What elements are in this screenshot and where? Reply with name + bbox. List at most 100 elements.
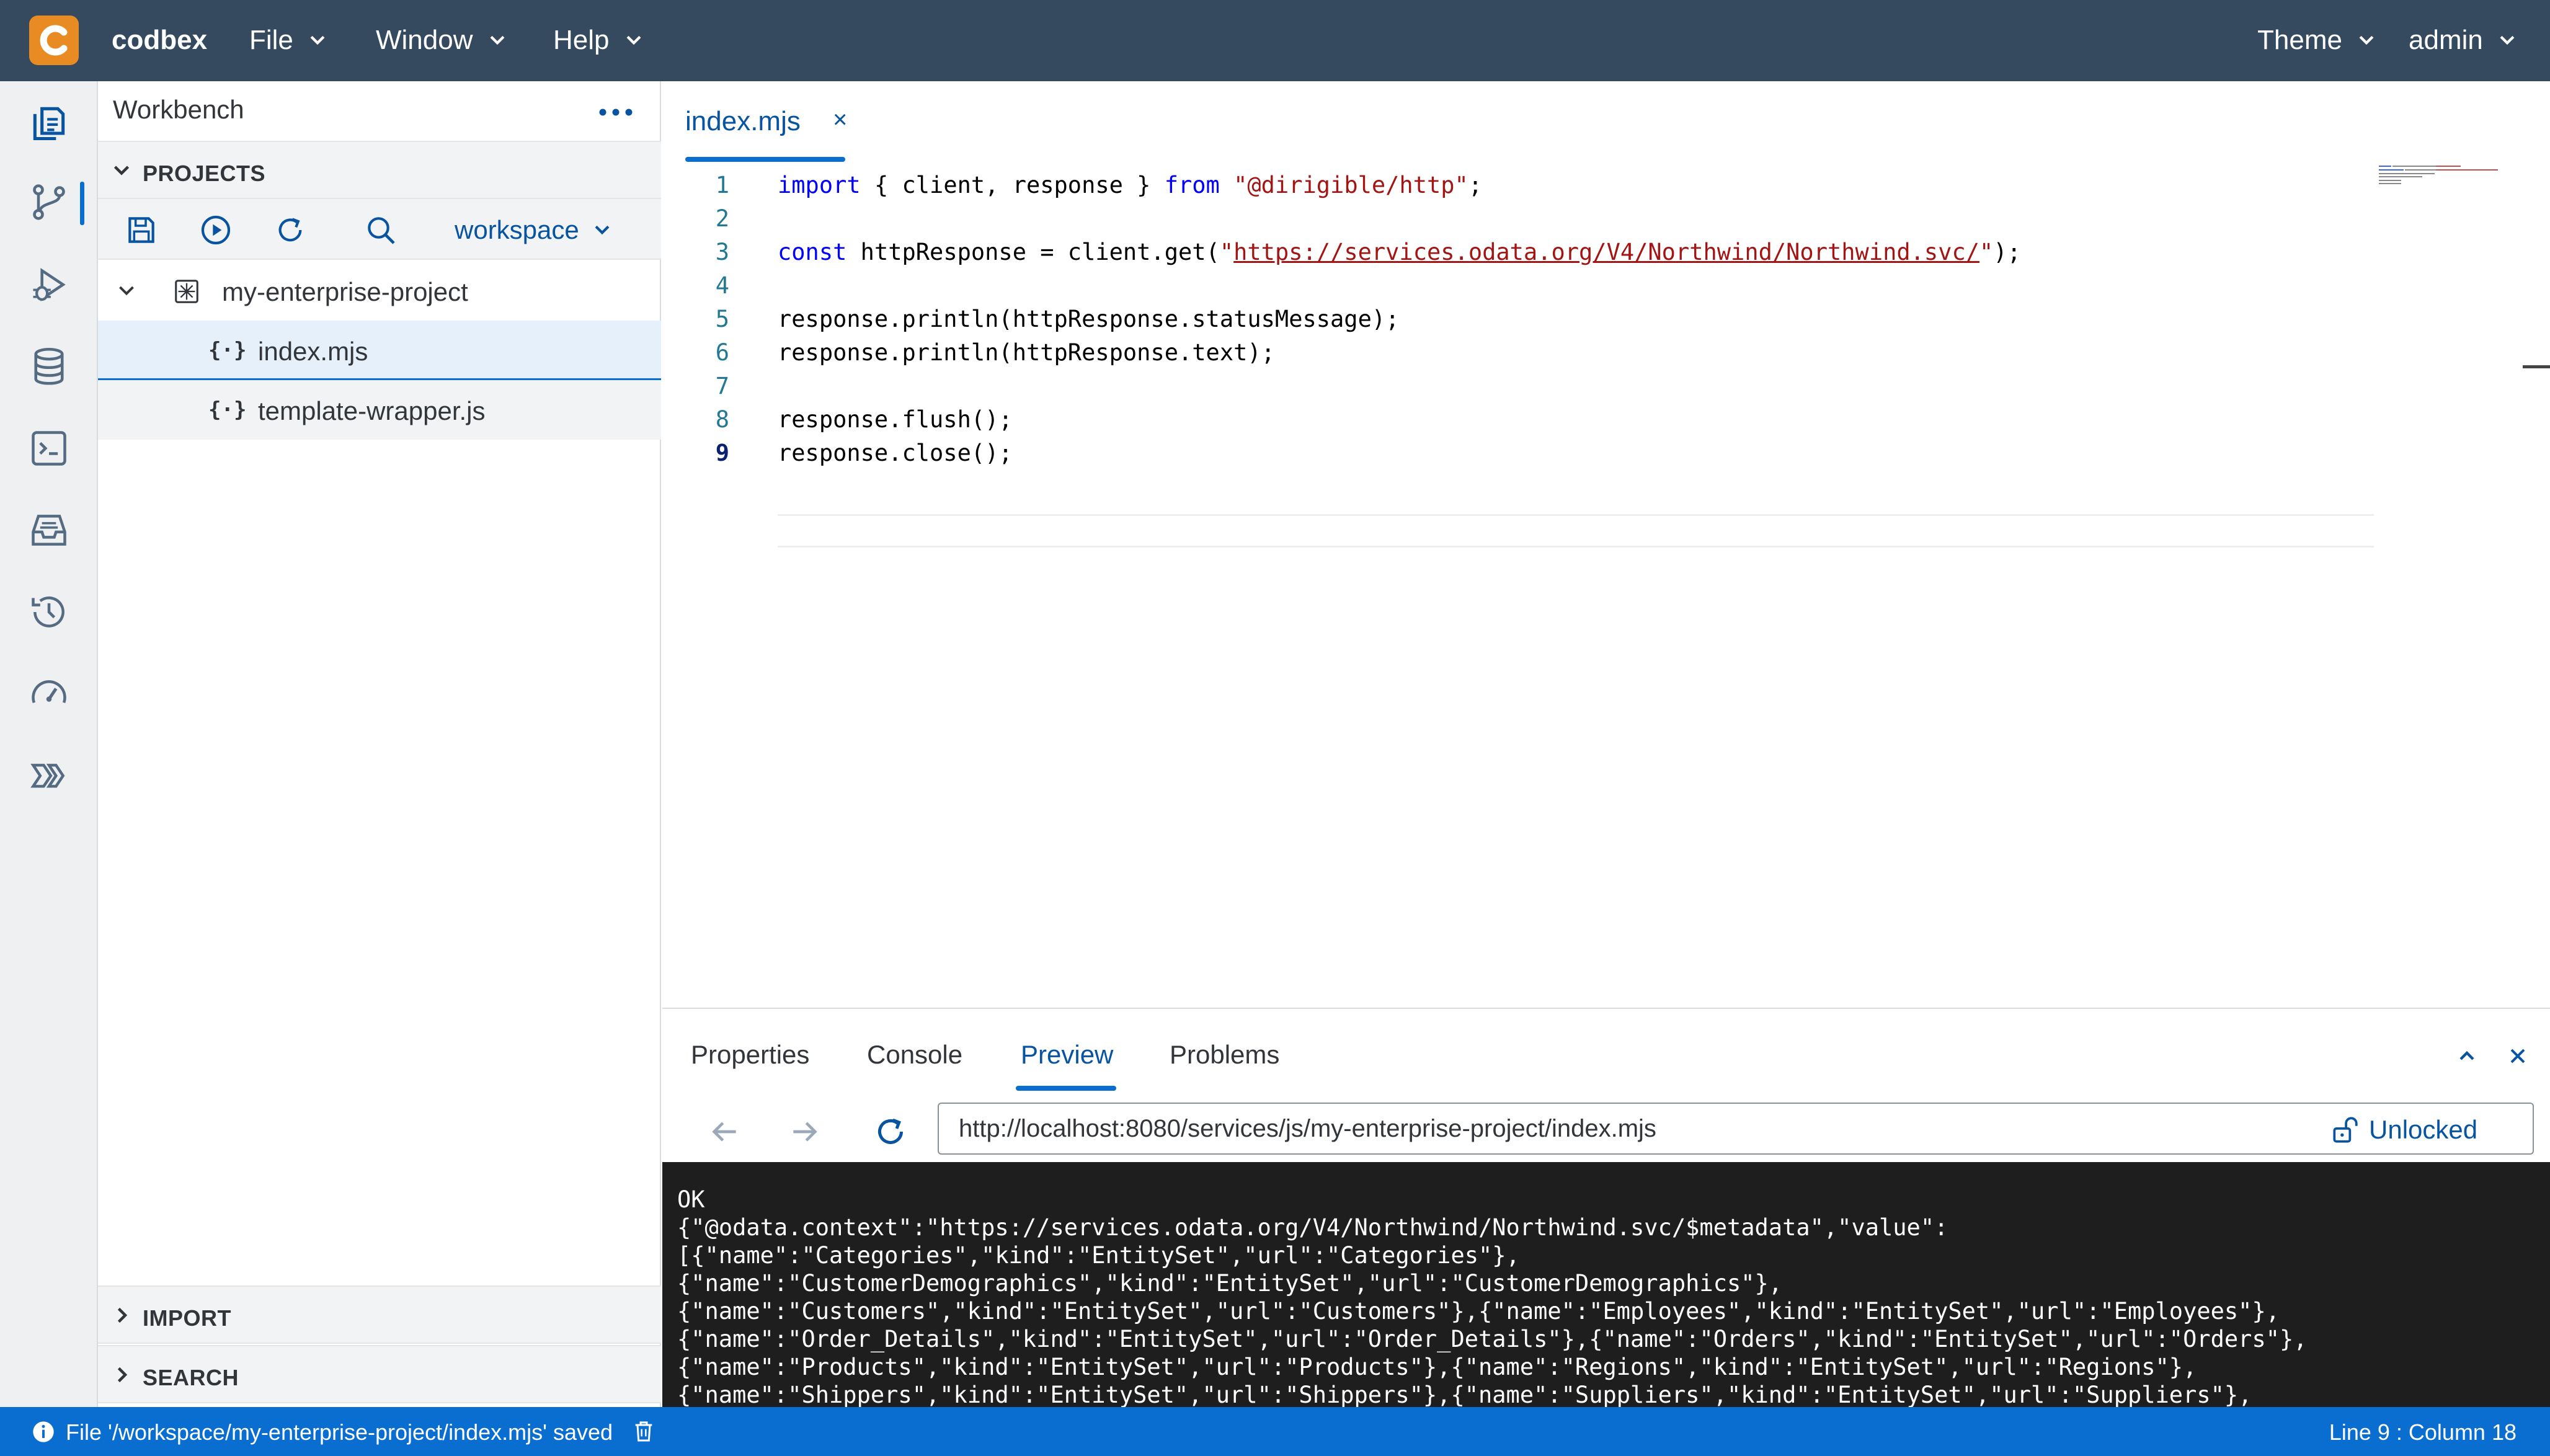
search-icon[interactable] — [363, 213, 398, 247]
arrow-left-icon[interactable] — [707, 1114, 742, 1149]
code-text: response.close(); — [778, 440, 1013, 466]
tab-console[interactable]: Console — [867, 1040, 962, 1070]
trash-icon[interactable] — [631, 1418, 656, 1444]
projects-section-header[interactable]: PROJECTS — [98, 141, 661, 199]
history-icon[interactable] — [28, 591, 70, 633]
debug-icon[interactable] — [28, 264, 70, 306]
code-line[interactable]: 6 response.println(httpResponse.text); — [662, 339, 2374, 373]
search-section-header[interactable]: SEARCH — [98, 1345, 661, 1403]
git-icon[interactable] — [28, 181, 70, 223]
preview-line: {"name":"CustomerDemographics","kind":"E… — [677, 1270, 1783, 1297]
chevron-down-icon — [2359, 35, 2374, 45]
line-number: 3 — [715, 239, 729, 265]
active-indicator — [80, 182, 84, 225]
code-line[interactable]: 8 response.flush(); — [662, 406, 2374, 440]
code-token: const — [778, 239, 847, 265]
code-token: { client, response } — [874, 172, 1165, 198]
codbex-logo[interactable] — [29, 16, 79, 65]
unlocked-toggle[interactable]: Unlocked — [2369, 1115, 2477, 1145]
arrow-right-icon[interactable] — [788, 1114, 822, 1149]
code-line[interactable]: 5 response.println(httpResponse.statusMes… — [662, 306, 2374, 339]
code-editor: index.mjs × 1 import { client, response }… — [662, 81, 2550, 1008]
status-bar: File '/workspace/my-enterprise-project/i… — [0, 1407, 2550, 1456]
activity-bar — [0, 81, 98, 1407]
minimap[interactable] — [2374, 163, 2517, 188]
save-icon[interactable] — [124, 213, 159, 247]
code-token: response.close(); — [778, 440, 1013, 466]
code-token: "@dirigible/http" — [1233, 172, 1468, 198]
code-line[interactable]: 9 response.close(); — [662, 440, 2374, 473]
preview-line: {"name":"Shippers","kind":"EntitySet","u… — [677, 1382, 2252, 1408]
tree-item-file[interactable]: {·} template-wrapper.js — [98, 380, 661, 440]
tab-problems[interactable]: Problems — [1170, 1040, 1279, 1070]
code-line[interactable]: 1 import { client, response } from "@diri… — [662, 172, 2374, 205]
menu-file[interactable]: File — [249, 25, 328, 56]
theme-menu[interactable]: Theme — [2257, 25, 2377, 56]
workbench-panel: Workbench PROJECTS workspace my-enterpri… — [98, 81, 661, 1407]
preview-line: {"@odata.context":"https://services.odat… — [677, 1214, 1948, 1241]
workbench-icon[interactable] — [28, 102, 70, 144]
tab-index-mjs[interactable]: index.mjs × — [685, 106, 847, 156]
code-line[interactable]: 4 — [662, 272, 2374, 306]
inbox-icon[interactable] — [28, 509, 70, 551]
preview-line: {"name":"Order_Details","kind":"EntitySe… — [677, 1326, 2308, 1352]
chevron-down-icon — [310, 35, 325, 45]
line-number: 7 — [715, 373, 729, 399]
close-icon[interactable]: × — [833, 106, 847, 134]
chevron-down-icon — [626, 35, 641, 45]
projects-toolbar: workspace — [98, 199, 661, 260]
import-section-label: IMPORT — [143, 1305, 231, 1331]
chevron-right-icon — [117, 1307, 128, 1323]
menu-help[interactable]: Help — [553, 25, 644, 56]
menu-window[interactable]: Window — [376, 25, 508, 56]
preview-line: {"name":"Products","kind":"EntitySet","u… — [677, 1354, 2197, 1380]
js-file-icon: {·} — [208, 397, 247, 422]
refresh-icon[interactable] — [872, 1113, 909, 1150]
preview-line: OK — [677, 1186, 705, 1213]
active-tab-indicator — [685, 157, 845, 162]
status-message: File '/workspace/my-enterprise-project/i… — [66, 1419, 613, 1445]
code-line[interactable]: 7 — [662, 373, 2374, 406]
database-icon[interactable] — [28, 345, 70, 388]
tab-properties[interactable]: Properties — [691, 1040, 809, 1070]
tab-preview[interactable]: Preview — [1021, 1040, 1113, 1070]
tree-item-project[interactable]: my-enterprise-project — [98, 261, 661, 321]
more-options-icon[interactable] — [594, 100, 638, 125]
chevron-down-icon — [2500, 35, 2515, 45]
menu-file-label: File — [249, 25, 293, 55]
code-token: https://services.odata.org/V4/Northwind/… — [1233, 239, 1980, 265]
chevron-down-icon[interactable] — [115, 280, 138, 302]
refresh-icon[interactable] — [273, 213, 308, 247]
preview-url-text: http://localhost:8080/services/js/my-ent… — [959, 1115, 1656, 1142]
preview-url-input[interactable]: http://localhost:8080/services/js/my-ent… — [938, 1103, 2534, 1155]
preview-output: OK {"@odata.context":"https://services.od… — [662, 1162, 2550, 1408]
unlock-icon[interactable] — [2329, 1114, 2360, 1146]
cursor-position: Line 9 : Column 18 — [2329, 1419, 2517, 1445]
line-number: 8 — [715, 406, 729, 433]
line-number: 5 — [715, 306, 729, 332]
code-text: response.println(httpResponse.text); — [778, 339, 1275, 366]
line-number: 1 — [715, 172, 729, 198]
chevron-down-icon — [113, 166, 130, 175]
dashboard-icon[interactable] — [28, 673, 70, 715]
code-token: response.flush(); — [778, 406, 1013, 433]
close-icon[interactable] — [2505, 1044, 2530, 1068]
shell-header: codbex File Window Help Theme admin — [0, 0, 2550, 81]
code-area[interactable]: 1 import { client, response } from "@diri… — [662, 163, 2550, 1006]
user-menu[interactable]: admin — [2409, 25, 2518, 56]
run-icon[interactable] — [198, 213, 233, 247]
import-section-header[interactable]: IMPORT — [98, 1285, 661, 1344]
tree-item-file[interactable]: {·} index.mjs — [98, 321, 661, 380]
brand-name: codbex — [112, 25, 208, 55]
line-number: 2 — [715, 205, 729, 232]
workspace-select[interactable]: workspace — [455, 213, 613, 247]
code-line[interactable]: 2 — [662, 205, 2374, 239]
current-line-highlight — [778, 514, 2374, 548]
tree-item-label: index.mjs — [258, 337, 368, 366]
code-text: response.println(httpResponse.statusMess… — [778, 306, 1399, 332]
chevron-up-icon[interactable] — [2454, 1044, 2479, 1068]
code-line[interactable]: 3 const httpResponse = client.get("https:… — [662, 239, 2374, 272]
terminal-icon[interactable] — [28, 427, 70, 469]
pipeline-icon[interactable] — [28, 755, 70, 797]
tree-item-label: my-enterprise-project — [222, 277, 468, 306]
